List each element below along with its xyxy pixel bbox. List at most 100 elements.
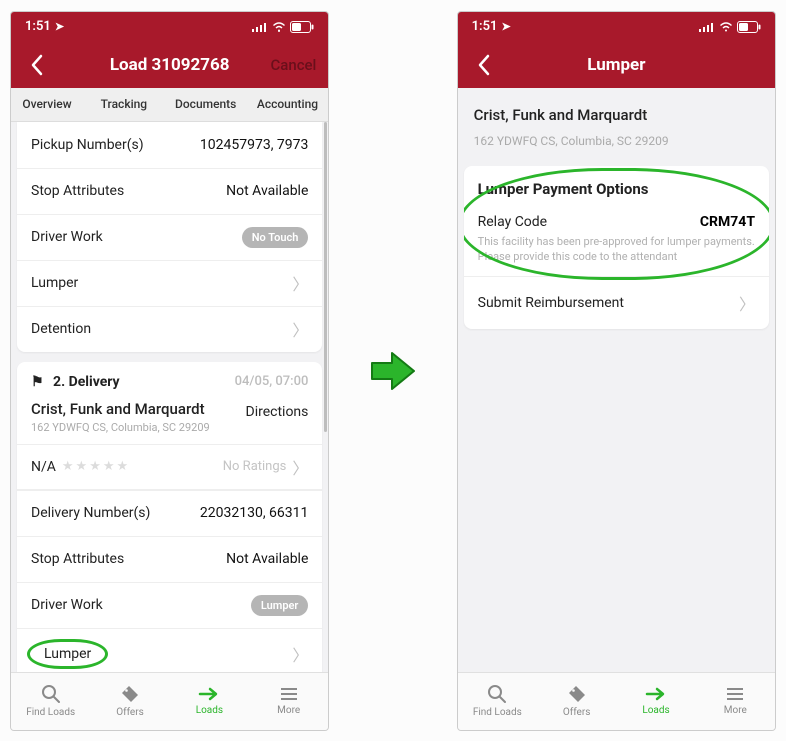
- stars-icon: ★★★★★: [62, 459, 130, 474]
- relay-code-label: Relay Code: [478, 214, 547, 230]
- location-arrow-icon: ➤: [501, 20, 510, 33]
- submit-reimbursement-label: Submit Reimbursement: [478, 295, 624, 311]
- stop2-company: Crist, Funk and Marquardt: [31, 400, 210, 418]
- nav-more[interactable]: More: [696, 673, 775, 730]
- bottom-nav: Find Loads Offers Loads More: [11, 672, 328, 730]
- stop2-card: ⚑ 2. Delivery 04/05, 07:00 Crist, Funk a…: [17, 362, 322, 672]
- search-icon: [487, 684, 507, 704]
- tag-icon: [120, 684, 140, 704]
- nav-find-loads[interactable]: Find Loads: [11, 673, 90, 730]
- back-button[interactable]: [464, 42, 504, 88]
- bottom-nav: Find Loads Offers Loads More: [458, 672, 775, 730]
- stop2-rating-row[interactable]: N/A ★★★★★ No Ratings 〉: [17, 445, 322, 490]
- arrow-right-icon: [645, 686, 667, 702]
- nav-loads[interactable]: Loads: [170, 673, 249, 730]
- stop1-attributes-row: Stop Attributes Not Available: [17, 168, 322, 214]
- tag-icon: [567, 684, 587, 704]
- battery-icon: [737, 21, 761, 33]
- page-title: Lumper: [458, 55, 775, 75]
- facility-company: Crist, Funk and Marquardt: [474, 106, 759, 124]
- chevron-left-icon: [30, 54, 44, 76]
- delivery-number-row: Delivery Number(s) 22032130, 66311: [17, 490, 322, 536]
- facility-address: 162 YDWFQ CS, Columbia, SC 29209: [474, 134, 759, 148]
- flag-icon: ⚑: [31, 374, 44, 390]
- pickup-number-value: 102457973, 7973: [200, 137, 309, 153]
- arrow-right-icon: [198, 686, 220, 702]
- stop1-card: Pickup Number(s) 102457973, 7973 Stop At…: [17, 122, 322, 352]
- delivery-number-value: 22032130, 66311: [200, 505, 309, 521]
- header: Load 31092768 Cancel: [11, 42, 328, 88]
- wifi-icon: [272, 22, 286, 32]
- directions-link[interactable]: Directions: [246, 400, 309, 420]
- nav-more[interactable]: More: [249, 673, 328, 730]
- nav-find-loads-label: Find Loads: [473, 707, 522, 718]
- stop1-lumper-label: Lumper: [31, 275, 78, 291]
- stop2-header: ⚑ 2. Delivery 04/05, 07:00: [17, 362, 322, 396]
- stop2-attributes-row: Stop Attributes Not Available: [17, 536, 322, 582]
- stop2-driverwork-row: Driver Work Lumper: [17, 582, 322, 628]
- tab-overview[interactable]: Overview: [11, 88, 83, 121]
- nav-offers[interactable]: Offers: [90, 673, 169, 730]
- submit-reimbursement-row[interactable]: Submit Reimbursement 〉: [464, 277, 769, 329]
- stop1-driverwork-row: Driver Work No Touch: [17, 214, 322, 260]
- no-touch-badge: No Touch: [242, 227, 309, 248]
- phone-left: 1:51 ➤ Load 31092768 Cancel Overview Tra…: [10, 11, 329, 731]
- stop1-driverwork-label: Driver Work: [31, 229, 103, 245]
- cancel-button[interactable]: Cancel: [270, 42, 316, 88]
- battery-icon: [290, 21, 314, 33]
- stop2-driverwork-label: Driver Work: [31, 597, 103, 613]
- header: Lumper: [458, 42, 775, 88]
- stop1-lumper-row[interactable]: Lumper 〉: [17, 260, 322, 306]
- tabs: Overview Tracking Documents Accounting: [11, 88, 328, 122]
- nav-loads[interactable]: Loads: [616, 673, 695, 730]
- pickup-number-row: Pickup Number(s) 102457973, 7973: [17, 122, 322, 168]
- lumper-highlight: Lumper: [27, 639, 108, 669]
- status-icons: [699, 21, 761, 33]
- chevron-right-icon: 〉: [292, 455, 308, 479]
- stop1-attr-label: Stop Attributes: [31, 183, 124, 199]
- menu-icon: [279, 686, 299, 702]
- signal-icon: [699, 22, 715, 32]
- relay-code-row: Relay Code CRM74T: [464, 208, 769, 232]
- nav-find-loads[interactable]: Find Loads: [458, 673, 537, 730]
- status-icons: [252, 21, 314, 33]
- stop2-attr-label: Stop Attributes: [31, 551, 124, 567]
- location-arrow-icon: ➤: [55, 20, 64, 33]
- chevron-right-icon: 〉: [739, 291, 755, 315]
- payment-options-card: Lumper Payment Options Relay Code CRM74T…: [464, 166, 769, 330]
- status-time: 1:51: [25, 19, 51, 34]
- scrollbar-thumb[interactable]: [324, 122, 327, 432]
- pickup-number-label: Pickup Number(s): [31, 137, 144, 153]
- flow-arrow: [369, 349, 416, 393]
- nav-offers[interactable]: Offers: [537, 673, 616, 730]
- scroll-area[interactable]: Crist, Funk and Marquardt 162 YDWFQ CS, …: [458, 88, 775, 672]
- search-icon: [41, 684, 61, 704]
- tab-documents[interactable]: Documents: [165, 88, 247, 121]
- stop2-address: 162 YDWFQ CS, Columbia, SC 29209: [31, 421, 210, 434]
- chevron-right-icon: 〉: [292, 317, 308, 341]
- stop2-lumper-label: Lumper: [44, 646, 91, 662]
- rating-na: N/A: [31, 459, 56, 475]
- arrow-icon: [370, 349, 416, 393]
- relay-code-subtext: This facility has been pre-approved for …: [464, 232, 769, 278]
- stop2-company-row: Crist, Funk and Marquardt 162 YDWFQ CS, …: [17, 396, 322, 445]
- nav-loads-label: Loads: [642, 705, 669, 716]
- stop1-detention-label: Detention: [31, 321, 91, 337]
- tab-accounting[interactable]: Accounting: [247, 88, 329, 121]
- chevron-right-icon: 〉: [292, 271, 308, 295]
- wifi-icon: [719, 22, 733, 32]
- status-time: 1:51: [472, 19, 498, 34]
- phone-right: 1:51 ➤ Lumper Crist, Funk and Marquardt …: [457, 11, 776, 731]
- scroll-area[interactable]: Pickup Number(s) 102457973, 7973 Stop At…: [11, 122, 328, 672]
- signal-icon: [252, 22, 268, 32]
- relay-code-value: CRM74T: [700, 214, 755, 230]
- stop2-lumper-row[interactable]: Lumper 〉: [17, 628, 322, 672]
- stop2-heading: 2. Delivery: [53, 374, 120, 390]
- tab-tracking[interactable]: Tracking: [83, 88, 165, 121]
- facility-info: Crist, Funk and Marquardt 162 YDWFQ CS, …: [458, 88, 775, 158]
- back-button[interactable]: [17, 42, 57, 88]
- nav-more-label: More: [277, 705, 300, 716]
- stop2-attr-value: Not Available: [226, 551, 308, 567]
- stop1-detention-row[interactable]: Detention 〉: [17, 306, 322, 352]
- nav-more-label: More: [724, 705, 747, 716]
